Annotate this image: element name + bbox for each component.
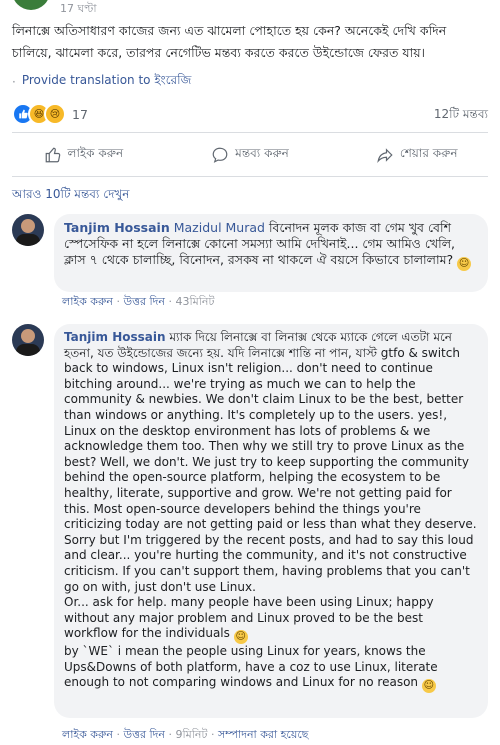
view-more-comments-link[interactable]: আরও 10টি মন্তব্য দেখুন bbox=[12, 186, 129, 206]
share-arrow-icon bbox=[377, 148, 393, 164]
divider bbox=[12, 132, 488, 133]
like-button-label: লাইক করুন bbox=[67, 146, 124, 160]
reaction-summary[interactable]: 😆 😢 17 bbox=[12, 103, 88, 125]
comment-bubble-icon bbox=[212, 147, 228, 163]
like-button[interactable]: লাইক করুন bbox=[0, 140, 167, 170]
comment-meta: লাইক করুন · উত্তর দিন · 9মিনিট · সম্পাদন… bbox=[62, 728, 309, 741]
comment-like-link[interactable]: লাইক করুন bbox=[62, 295, 113, 308]
comment-like-link[interactable]: লাইক করুন bbox=[62, 728, 113, 741]
share-button-label: শেয়ার করুন bbox=[399, 146, 458, 160]
comment-button[interactable]: মন্তব্য করুন bbox=[167, 140, 334, 170]
share-button[interactable]: শেয়ার করুন bbox=[333, 140, 500, 170]
divider bbox=[12, 176, 488, 177]
smile-emoji-icon: ☺ bbox=[421, 679, 436, 694]
avatar-face-shape bbox=[21, 329, 35, 343]
post-timestamp[interactable]: 17 ঘণ্টা bbox=[60, 0, 97, 19]
avatar-body-shape bbox=[16, 344, 40, 356]
comment-bubble: Tanjim Hossain Mazidul Murad বিনোদন মূলক… bbox=[54, 214, 488, 292]
comment-author-link[interactable]: Tanjim Hossain bbox=[64, 220, 170, 235]
comment-count-link[interactable]: 12টি মন্তব্য bbox=[434, 106, 488, 126]
comment-button-label: মন্তব্য করুন bbox=[235, 146, 289, 160]
bullet-dot-icon: · bbox=[12, 75, 16, 89]
smile-emoji-icon: ☺ bbox=[233, 630, 248, 645]
avatar-face-shape bbox=[21, 219, 35, 233]
thumbs-up-icon bbox=[45, 147, 60, 163]
comment-time[interactable]: 9মিনিট bbox=[176, 728, 208, 741]
sad-reaction-icon: 😢 bbox=[44, 103, 66, 125]
commenter-avatar[interactable] bbox=[12, 214, 44, 246]
comment-author-link[interactable]: Tanjim Hossain bbox=[64, 330, 166, 344]
translate-label: Provide translation to ইংরেজি bbox=[21, 73, 192, 87]
comment-meta: লাইক করুন · উত্তর দিন · 43মিনিট bbox=[62, 295, 215, 308]
comment-reply-link[interactable]: উত্তর দিন bbox=[124, 295, 165, 308]
comment-text: by `WE` i mean the people using Linux fo… bbox=[64, 644, 438, 690]
tagged-user-link[interactable]: Mazidul Murad bbox=[174, 220, 265, 235]
comment-reply-link[interactable]: উত্তর দিন bbox=[124, 728, 165, 741]
post-action-bar: লাইক করুন মন্তব্য করুন শেয়ার করুন bbox=[0, 140, 500, 170]
translate-link[interactable]: · Provide translation to ইংরেজি bbox=[12, 72, 191, 92]
comment-time[interactable]: 43মিনিট bbox=[176, 295, 215, 308]
post-body-text: লিনাক্সে অতিসাধারণ কাজের জন্য এত ঝামেলা … bbox=[12, 23, 447, 60]
comment-text: Or... ask for help. many people have bee… bbox=[64, 595, 434, 641]
comment-text: Sorry but I'm triggered by the recent po… bbox=[64, 532, 474, 594]
reaction-count: 17 bbox=[72, 106, 88, 122]
comment-bubble: Tanjim Hossain ম্যাক দিয়ে লিনাক্সে বা ল… bbox=[54, 324, 488, 718]
smile-emoji-icon: ☺ bbox=[457, 257, 472, 271]
commenter-avatar[interactable] bbox=[12, 324, 44, 356]
comment-edited-link[interactable]: সম্পাদনা করা হয়েছে bbox=[218, 728, 308, 741]
post-author-avatar[interactable] bbox=[12, 0, 50, 10]
comment-text: ম্যাক দিয়ে লিনাক্সে বা লিনাক্স থেকে ম্য… bbox=[64, 330, 477, 532]
avatar-body-shape bbox=[16, 234, 40, 246]
